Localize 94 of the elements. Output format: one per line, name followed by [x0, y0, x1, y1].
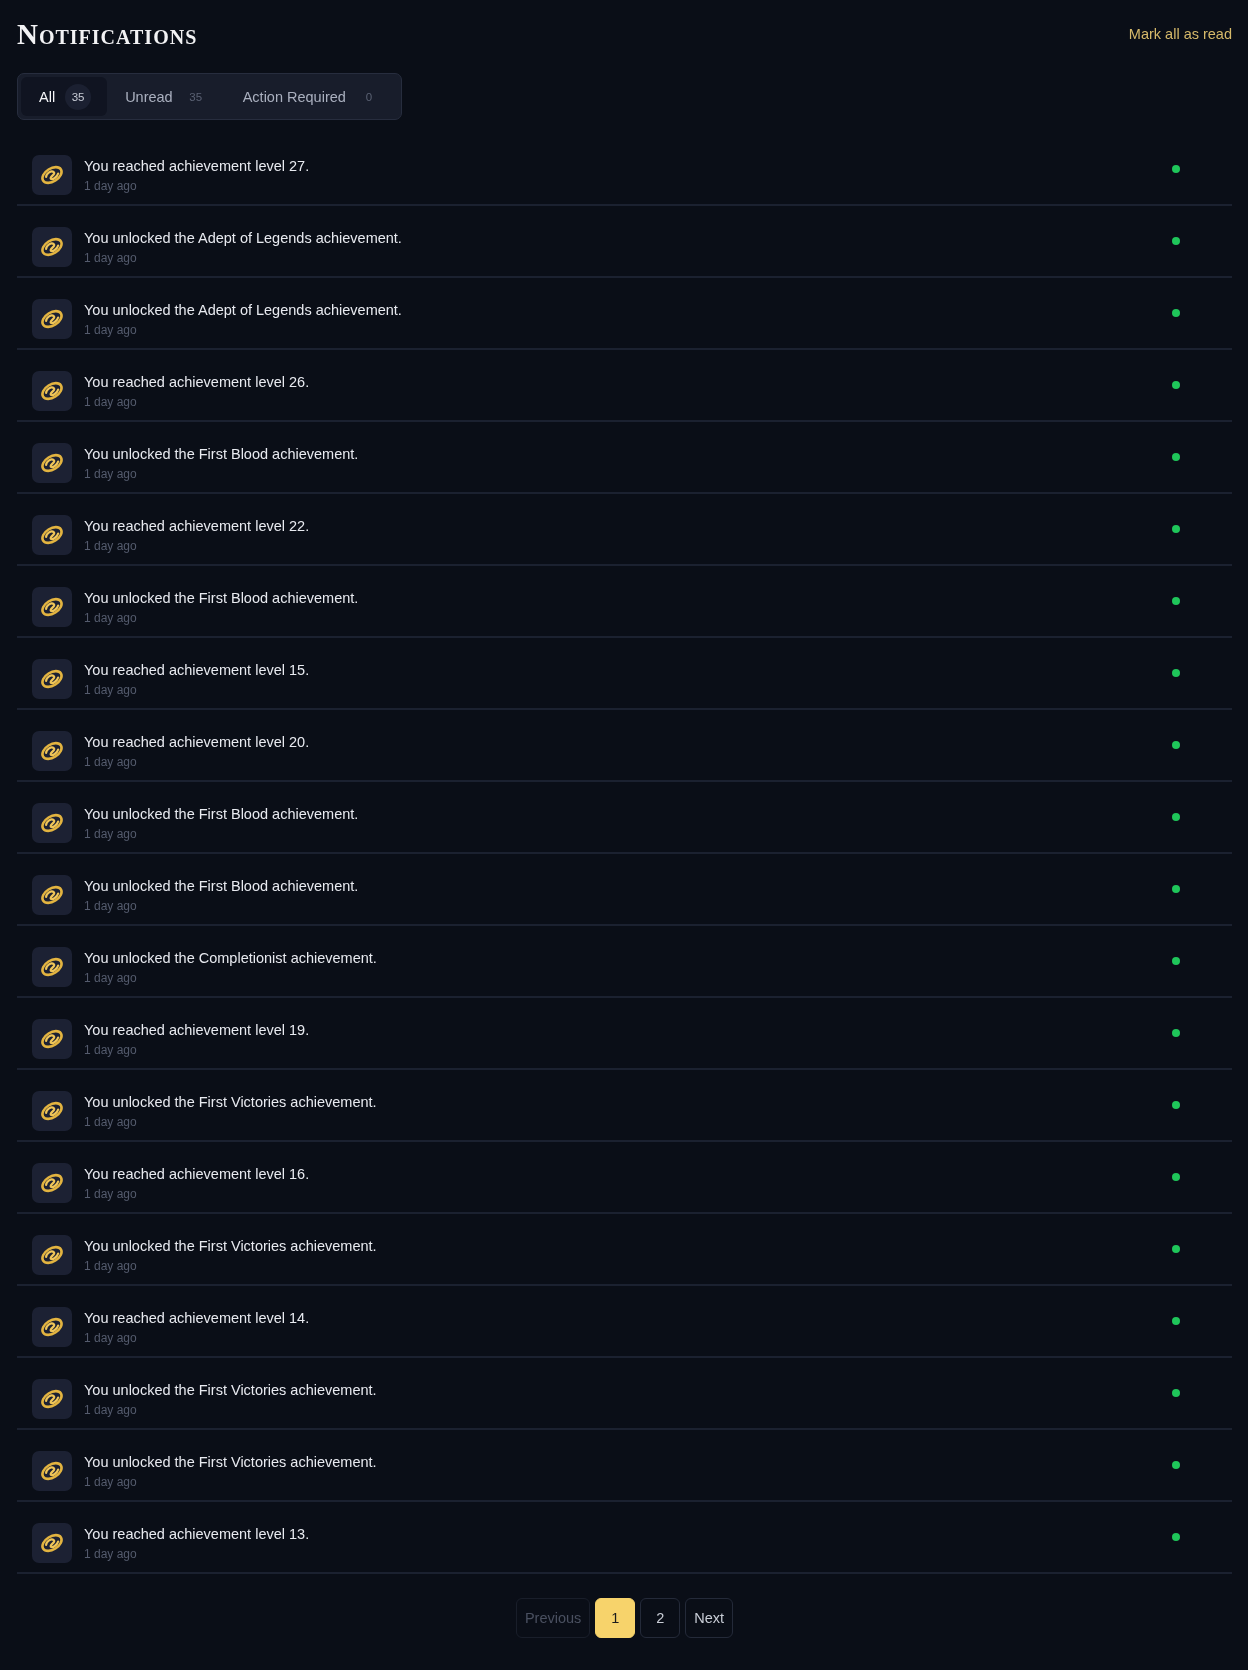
notification-message: You unlocked the First Blood achievement.: [84, 445, 359, 464]
notification-time: 1 day ago: [84, 610, 137, 627]
notification-row[interactable]: You reached achievement level 22. 1 day ago: [17, 494, 1232, 566]
filter-tab[interactable]: Unread 35: [107, 77, 225, 116]
notification-row[interactable]: You reached achievement level 20. 1 day ago: [17, 710, 1232, 782]
notification-row[interactable]: You unlocked the First Blood achievement. 1 day ago: [17, 422, 1232, 494]
tab-count: 35: [65, 83, 92, 110]
notification-message: You unlocked the First Victories achievement.: [84, 1237, 377, 1256]
filter-tab[interactable]: All 35: [21, 77, 108, 116]
tab-label: All: [39, 88, 56, 105]
ring-icon: [32, 1091, 72, 1131]
notification-time: 1 day ago: [84, 1186, 137, 1203]
ring-icon: [32, 803, 72, 843]
notification-message: You reached achievement level 16.: [84, 1165, 310, 1184]
tab-count: 35: [188, 89, 204, 105]
notification-time: 1 day ago: [84, 250, 137, 267]
notification-row[interactable]: You unlocked the Adept of Legends achievement. 1 day ago: [17, 206, 1232, 278]
ring-icon: [32, 155, 72, 195]
notification-time: 1 day ago: [84, 1042, 137, 1059]
ring-icon: [32, 947, 72, 987]
ring-icon: [32, 443, 72, 483]
ring-icon: [32, 227, 72, 267]
notification-message: You reached achievement level 15.: [84, 661, 310, 680]
ring-icon: [32, 299, 72, 339]
notification-time: 1 day ago: [84, 1114, 137, 1131]
notification-message: You unlocked the First Victories achievement.: [84, 1381, 377, 1400]
notification-time: 1 day ago: [84, 898, 137, 915]
ring-icon: [32, 1235, 72, 1275]
notification-message: You reached achievement level 26.: [84, 373, 310, 392]
notification-time: 1 day ago: [84, 1258, 137, 1275]
notification-time: 1 day ago: [84, 538, 137, 555]
page-button[interactable]: 1: [595, 1598, 636, 1638]
ring-icon: [32, 1451, 72, 1491]
notification-time: 1 day ago: [84, 1546, 137, 1563]
notification-row[interactable]: You reached achievement level 27. 1 day ago: [17, 134, 1232, 206]
notification-message: You reached achievement level 14.: [84, 1309, 310, 1328]
notification-message: You unlocked the First Blood achievement.: [84, 589, 359, 608]
page-button[interactable]: 2: [640, 1598, 681, 1638]
notification-row[interactable]: You reached achievement level 19. 1 day ago: [17, 998, 1232, 1070]
page-title: Notifications: [17, 17, 198, 51]
notification-message: You reached achievement level 20.: [84, 733, 310, 752]
notification-time: 1 day ago: [84, 394, 137, 411]
notification-time: 1 day ago: [84, 466, 137, 483]
notification-row[interactable]: You unlocked the Adept of Legends achievement. 1 day ago: [17, 278, 1232, 350]
mark-all-read-link[interactable]: Mark all as read: [1128, 26, 1232, 42]
ring-icon: [32, 1163, 72, 1203]
notification-message: You unlocked the Adept of Legends achievement.: [84, 301, 402, 320]
notification-row[interactable]: You unlocked the First Blood achievement. 1 day ago: [17, 854, 1232, 926]
tab-label: Action Required: [242, 88, 346, 105]
notification-time: 1 day ago: [84, 1402, 137, 1419]
notification-row[interactable]: You unlocked the First Blood achievement. 1 day ago: [17, 782, 1232, 854]
notification-row[interactable]: You unlocked the First Victories achievement. 1 day ago: [17, 1358, 1232, 1430]
notification-message: You unlocked the Adept of Legends achievement.: [84, 229, 402, 248]
ring-icon: [32, 1523, 72, 1563]
notification-message: You reached achievement level 22.: [84, 517, 310, 536]
notification-time: 1 day ago: [84, 322, 137, 339]
notification-message: You reached achievement level 19.: [84, 1021, 310, 1040]
notification-message: You unlocked the First Victories achievement.: [84, 1093, 377, 1112]
notification-row[interactable]: You unlocked the First Victories achievement. 1 day ago: [17, 1070, 1232, 1142]
ring-icon: [32, 587, 72, 627]
ring-icon: [32, 875, 72, 915]
notification-time: 1 day ago: [84, 1330, 137, 1347]
notification-row[interactable]: You reached achievement level 13. 1 day ago: [17, 1502, 1232, 1574]
notification-row[interactable]: You reached achievement level 16. 1 day ago: [17, 1142, 1232, 1214]
ring-icon: [32, 1307, 72, 1347]
ring-icon: [32, 1379, 72, 1419]
notification-row[interactable]: You unlocked the First Blood achievement. 1 day ago: [17, 566, 1232, 638]
notification-row[interactable]: You unlocked the First Victories achievement. 1 day ago: [17, 1430, 1232, 1502]
notification-message: You reached achievement level 27.: [84, 157, 310, 176]
notification-row[interactable]: You reached achievement level 26. 1 day ago: [17, 350, 1232, 422]
next-button[interactable]: Next: [685, 1598, 734, 1638]
tab-label: Unread: [125, 88, 173, 105]
notification-message: You unlocked the First Blood achievement.: [84, 877, 359, 896]
notification-row[interactable]: You reached achievement level 15. 1 day ago: [17, 638, 1232, 710]
notification-time: 1 day ago: [84, 826, 137, 843]
notification-message: You reached achievement level 13.: [84, 1525, 310, 1544]
notification-message: You unlocked the Completionist achievement.: [84, 949, 377, 968]
ring-icon: [32, 1019, 72, 1059]
notification-row[interactable]: You unlocked the First Victories achievement. 1 day ago: [17, 1214, 1232, 1286]
tab-count: 0: [364, 89, 374, 105]
notification-time: 1 day ago: [84, 1474, 137, 1491]
notification-time: 1 day ago: [84, 754, 137, 771]
notification-message: You unlocked the First Blood achievement.: [84, 805, 359, 824]
notification-time: 1 day ago: [84, 682, 137, 699]
notification-row[interactable]: You reached achievement level 14. 1 day ago: [17, 1286, 1232, 1358]
notification-time: 1 day ago: [84, 970, 137, 987]
notification-row[interactable]: You unlocked the Completionist achievement. 1 day ago: [17, 926, 1232, 998]
notification-message: You unlocked the First Victories achievement.: [84, 1453, 377, 1472]
ring-icon: [32, 515, 72, 555]
notification-time: 1 day ago: [84, 178, 137, 195]
ring-icon: [32, 371, 72, 411]
ring-icon: [32, 659, 72, 699]
ring-icon: [32, 731, 72, 771]
filter-tab[interactable]: Action Required 0: [224, 77, 398, 116]
